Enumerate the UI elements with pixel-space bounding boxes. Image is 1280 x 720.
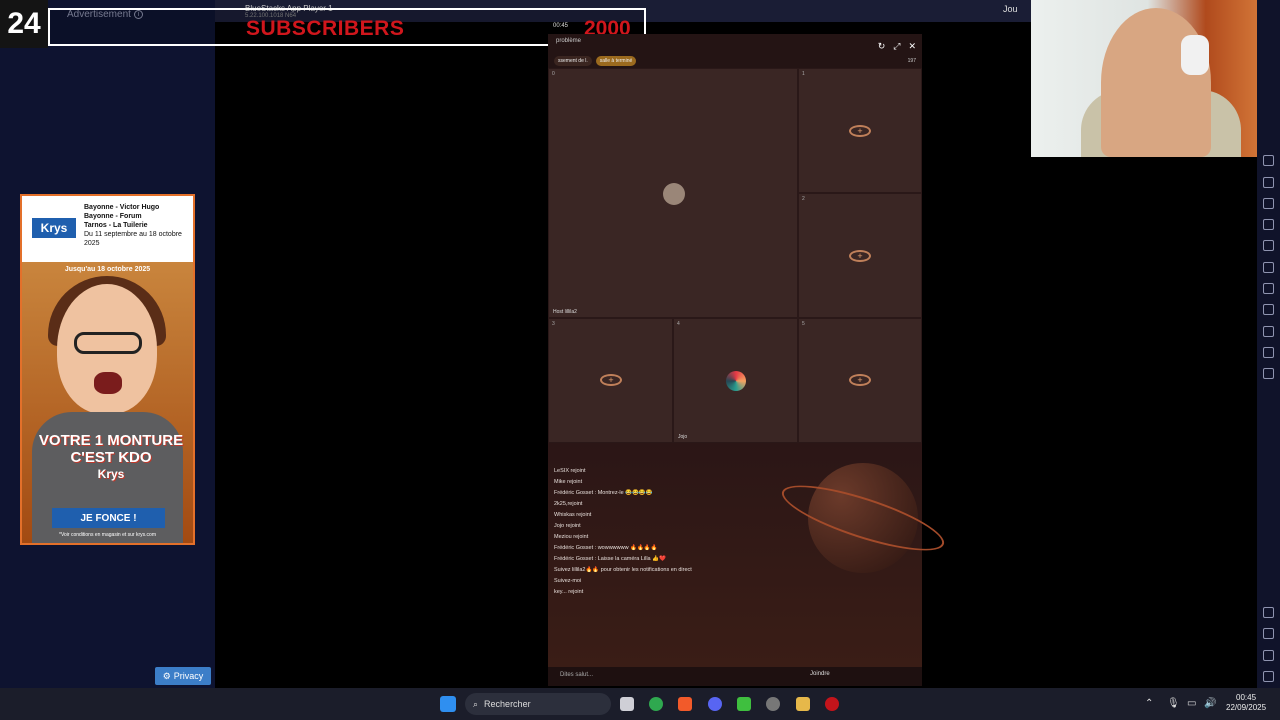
chrome-icon[interactable] xyxy=(649,697,663,711)
join-button[interactable]: Joindre xyxy=(810,671,830,677)
chat-input[interactable]: Dites salut... xyxy=(560,672,593,678)
close-icon[interactable]: ✕ xyxy=(908,41,916,52)
location-icon[interactable] xyxy=(1263,326,1274,337)
room-window-controls: ↻ ⤢ ✕ xyxy=(878,41,916,52)
room-input-bar: Dites salut... Joindre xyxy=(548,667,922,686)
seat-host[interactable]: 0 Host lillila2 xyxy=(548,68,798,318)
webcam-overlay xyxy=(1031,0,1264,157)
apk-icon[interactable] xyxy=(1263,177,1274,188)
network-icon[interactable]: ▭ xyxy=(1187,698,1196,709)
seat-5[interactable]: 5 + xyxy=(798,318,922,443)
krys-logo: Krys xyxy=(32,218,76,238)
webcam-person xyxy=(1101,8,1211,157)
user-avatar[interactable] xyxy=(726,371,746,391)
chat-message: 2k25,rejoint xyxy=(554,501,583,507)
ad-header: Krys Bayonne - Victor Hugo Bayonne - For… xyxy=(22,196,193,260)
recent-apps-icon[interactable] xyxy=(1263,671,1274,682)
empty-seat-icon[interactable]: + xyxy=(849,250,871,262)
chat-message: Frédéric Gosset : Laisse la caméra Lilla… xyxy=(554,556,666,562)
phone-screen: problème ↻ ⤢ ✕ ssement de l. salle à ter… xyxy=(548,34,951,686)
chat-message: Whiskas rejoint xyxy=(554,512,592,518)
home-icon[interactable] xyxy=(1263,650,1274,661)
ad-until: Jusqu'au 18 octobre 2025 xyxy=(64,266,151,273)
glasses-icon xyxy=(74,332,142,354)
chat-message[interactable]: Suivez-moi xyxy=(554,576,804,587)
banner-time: 00:45 xyxy=(553,23,569,29)
layers-icon[interactable] xyxy=(1263,347,1274,358)
ad-dates: Du 11 septembre au 18 octobre 2025 xyxy=(84,231,182,247)
file-explorer-icon[interactable] xyxy=(620,697,634,711)
keyboard-icon[interactable] xyxy=(1263,155,1274,166)
left-ad-panel: 24 Advertisement i Krys Bayonne - Victor… xyxy=(0,0,215,688)
brave-icon[interactable] xyxy=(678,697,692,711)
chevron-up-icon[interactable]: ⌃ xyxy=(1145,698,1153,709)
sync-icon[interactable] xyxy=(1263,368,1274,379)
multi-instance-icon[interactable] xyxy=(1263,283,1274,294)
empty-seat-icon[interactable]: + xyxy=(849,374,871,386)
viewer-count: 197 xyxy=(907,58,916,64)
youtube-icon[interactable] xyxy=(825,697,839,711)
empty-seat-icon[interactable]: + xyxy=(600,374,622,386)
windows-taskbar: ⌕ Rechercher ⌃ 🎙 ▭ 🔊 00:45 22/09/2025 xyxy=(0,688,1280,720)
headset-icon xyxy=(1181,35,1209,75)
search-icon: ⌕ xyxy=(473,698,479,709)
taskbar-search[interactable]: ⌕ Rechercher xyxy=(465,693,611,715)
seat-1[interactable]: 1 + xyxy=(798,68,922,193)
chat-message: Jojo rejoint xyxy=(554,523,581,529)
ad-footer: *Voir conditions en magasin et sur krys.… xyxy=(59,532,156,538)
screenshot-icon[interactable] xyxy=(1263,198,1274,209)
ad-image: Jusqu'au 18 octobre 2025 VOTRE 1 MONTURE… xyxy=(22,262,193,543)
room-tabs: ssement de l. salle à terminé xyxy=(554,56,637,66)
chat-message: LeSIX rejoint xyxy=(554,468,586,474)
seat-user-name: Jojo xyxy=(678,434,688,440)
tab-ranking[interactable]: ssement de l. xyxy=(554,56,592,66)
airplane-icon[interactable] xyxy=(1263,262,1274,273)
join-top-button[interactable]: Jou xyxy=(1003,4,1018,14)
taskbar-clock[interactable]: 00:45 22/09/2025 xyxy=(1226,693,1266,713)
seat-2[interactable]: 2 + xyxy=(798,193,922,318)
chat-area: LeSIX rejoint Mike rejoint Frédéric Goss… xyxy=(548,443,951,667)
eco-icon[interactable] xyxy=(1263,304,1274,315)
record-icon[interactable] xyxy=(1263,219,1274,230)
chat-message: Frédéric Gosset : Montrez-le 😂😂😂😂 xyxy=(554,490,653,496)
media-icon[interactable] xyxy=(1263,240,1274,251)
host-name: Host lillila2 xyxy=(553,309,577,315)
counter-badge: 24 xyxy=(0,0,48,48)
ad-stores: Bayonne - Victor Hugo Bayonne - Forum Ta… xyxy=(84,204,182,247)
chat-message: Mike rejoint xyxy=(554,479,583,485)
chat-message: Frédéric Gosset : wowwwwww 🔥🔥🔥🔥 xyxy=(554,545,658,551)
ad-cta-button[interactable]: JE FONCE ! xyxy=(52,508,165,528)
gear-icon: ⚙ xyxy=(162,670,171,681)
room-user[interactable]: problème xyxy=(556,38,581,44)
chat-message: Meziou rejoint xyxy=(554,534,589,540)
ad-slogan: VOTRE 1 MONTURE C'EST KDO Krys xyxy=(38,432,184,481)
obs-icon[interactable] xyxy=(766,697,780,711)
desktop: 24 Advertisement i Krys Bayonne - Victor… xyxy=(0,0,1280,720)
tab-room-status[interactable]: salle à terminé xyxy=(595,56,637,66)
bluestacks-icon[interactable] xyxy=(796,697,810,711)
windows-start-icon[interactable] xyxy=(440,696,456,712)
seat-3[interactable]: 3 + xyxy=(548,318,673,443)
volume-icon[interactable]: 🔊 xyxy=(1204,698,1216,709)
settings-icon[interactable] xyxy=(1263,607,1274,618)
refresh-icon[interactable]: ↻ xyxy=(878,41,886,52)
seat-grid: 0 Host lillila2 1 + 2 + 3 + 4 Jojo 5 + xyxy=(548,68,922,443)
chat-message: key... rejoint xyxy=(554,589,584,595)
microphone-icon[interactable]: 🎙 xyxy=(1167,698,1180,709)
discord-icon[interactable] xyxy=(708,697,722,711)
privacy-button[interactable]: ⚙ Privacy xyxy=(155,667,211,685)
emulator-sidebar xyxy=(1257,0,1280,688)
chat-message: Suivez lillila2🔥🔥 pour obtenir les notif… xyxy=(554,567,692,573)
expand-icon[interactable]: ⤢ xyxy=(893,41,900,52)
subscribers-label: SUBSCRIBERS xyxy=(246,17,405,40)
chat-list: LeSIX rejoint Mike rejoint Frédéric Goss… xyxy=(554,466,804,598)
room-header: problème ↻ ⤢ ✕ ssement de l. salle à ter… xyxy=(548,34,922,68)
app-icon[interactable] xyxy=(737,697,751,711)
back-icon[interactable] xyxy=(1263,628,1274,639)
seat-4[interactable]: 4 Jojo xyxy=(673,318,798,443)
ad-model-mouth xyxy=(94,372,122,394)
empty-seat-icon[interactable]: + xyxy=(849,125,871,137)
host-avatar[interactable] xyxy=(663,183,685,205)
krys-ad[interactable]: Krys Bayonne - Victor Hugo Bayonne - For… xyxy=(20,194,195,545)
